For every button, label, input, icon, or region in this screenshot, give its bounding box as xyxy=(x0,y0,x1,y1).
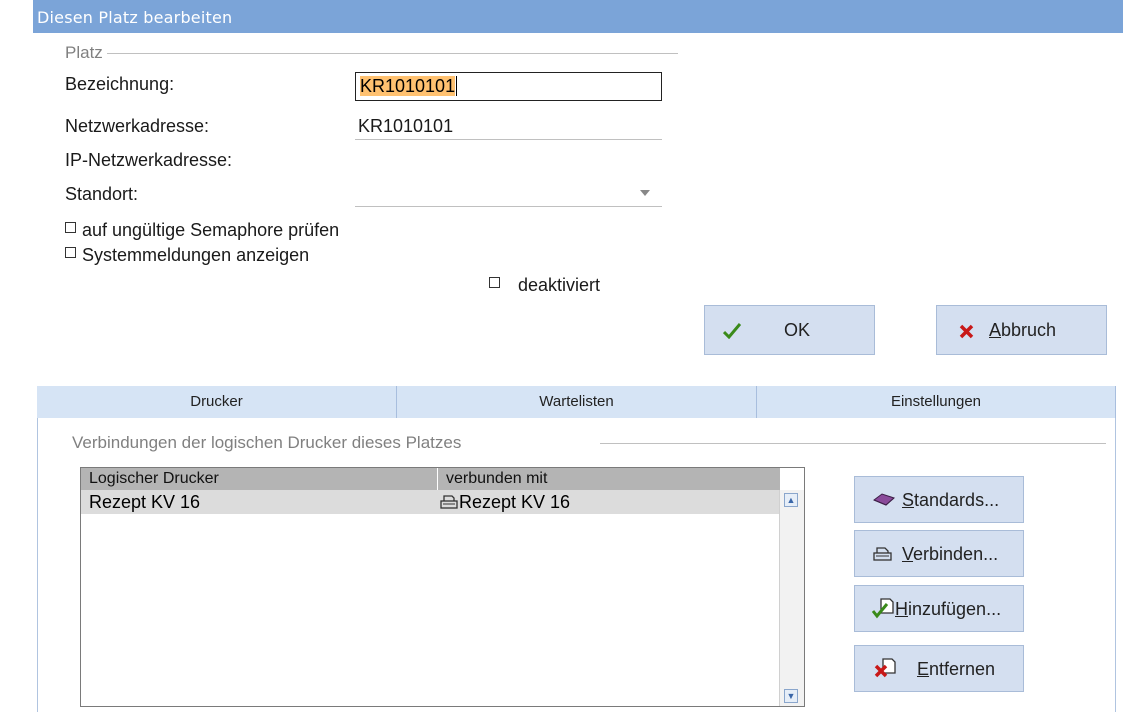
checkbox-box xyxy=(65,222,76,233)
window-title: Diesen Platz bearbeiten xyxy=(37,8,233,27)
chevron-down-icon xyxy=(640,190,650,196)
ip-field[interactable] xyxy=(355,148,662,172)
abbruch-button[interactable]: Abbruch xyxy=(936,305,1107,355)
scroll-up-arrow-icon[interactable]: ▲ xyxy=(784,493,798,507)
ok-button[interactable]: OK xyxy=(704,305,875,355)
book-icon xyxy=(873,493,895,506)
abbruch-label: Abbruch xyxy=(989,320,1057,340)
bezeichnung-label: Bezeichnung: xyxy=(65,74,175,94)
group-line xyxy=(105,53,678,54)
standards-label: Standards... xyxy=(902,490,1000,510)
table-scrollbar[interactable]: ▲ ▼ xyxy=(779,490,804,706)
entfernen-button[interactable]: Entfernen xyxy=(854,645,1024,692)
hinzufuegen-label: Hinzufügen... xyxy=(895,599,1002,619)
verbinden-label: Verbinden... xyxy=(902,544,999,564)
cell-logischer-drucker: Rezept KV 16 xyxy=(89,492,201,512)
scroll-down-arrow-icon[interactable]: ▼ xyxy=(784,689,798,703)
bezeichnung-input[interactable]: KR1010101 xyxy=(355,72,662,101)
remove-document-icon xyxy=(874,658,896,678)
table-row[interactable]: Rezept KV 16 Rezept KV 16 xyxy=(81,490,780,514)
group-line xyxy=(600,443,1106,444)
column-header-logischer-drucker[interactable]: Logischer Drucker xyxy=(81,468,437,490)
checkbox-box xyxy=(65,247,76,258)
printer-icon xyxy=(440,490,458,514)
netzwerkadresse-field[interactable]: KR1010101 xyxy=(358,116,453,137)
bezeichnung-value: KR1010101 xyxy=(360,76,456,96)
tab-wartelisten[interactable]: Wartelisten xyxy=(397,386,757,418)
tab-einstellungen[interactable]: Einstellungen xyxy=(757,386,1116,418)
verbinden-button[interactable]: Verbinden... xyxy=(854,530,1024,577)
ok-label: OK xyxy=(784,320,811,340)
deaktiviert-label: deaktiviert xyxy=(518,275,601,295)
title-bar: Diesen Platz bearbeiten xyxy=(33,0,1123,33)
checkbox-box xyxy=(489,277,500,288)
add-document-icon xyxy=(871,598,894,619)
hinzufuegen-button[interactable]: Hinzufügen... xyxy=(854,585,1024,632)
systemmeldungen-label: Systemmeldungen anzeigen xyxy=(82,245,310,265)
field-underline xyxy=(355,206,662,207)
platz-group-legend: Platz xyxy=(65,43,107,63)
cell-verbunden-mit: Rezept KV 16 xyxy=(459,492,571,512)
verbindungen-group-legend: Verbindungen der logischen Drucker diese… xyxy=(72,433,466,453)
ip-label: IP-Netzwerkadresse: xyxy=(65,150,233,170)
standort-select[interactable] xyxy=(355,180,662,206)
printer-icon xyxy=(873,547,892,561)
standards-button[interactable]: Standards... xyxy=(854,476,1024,523)
field-underline xyxy=(355,139,662,140)
netzwerkadresse-label: Netzwerkadresse: xyxy=(65,116,210,136)
tab-drucker[interactable]: Drucker xyxy=(37,386,397,418)
entfernen-label: Entfernen xyxy=(917,659,996,679)
column-header-verbunden-mit[interactable]: verbunden mit xyxy=(438,468,780,490)
semaphore-label: auf ungültige Semaphore prüfen xyxy=(82,220,340,240)
standort-label: Standort: xyxy=(65,184,139,204)
cancel-x-icon xyxy=(959,324,974,339)
checkmark-icon xyxy=(723,323,741,339)
drucker-table[interactable]: Logischer Drucker verbunden mit Rezept K… xyxy=(80,467,805,707)
